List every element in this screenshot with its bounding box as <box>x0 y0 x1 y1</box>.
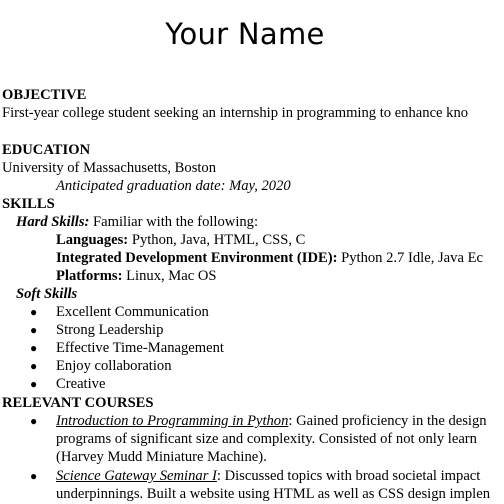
skills-heading: SKILLS <box>2 196 55 212</box>
soft-skill-item: Excellent Communication <box>56 304 209 320</box>
bullet-icon: ● <box>30 341 38 355</box>
hard-skills-line: Hard Skills: Familiar with the following… <box>16 213 258 231</box>
course-name: Introduction to Programming in Python <box>56 413 289 429</box>
course-desc-line: underpinnings. Built a website using HTM… <box>56 486 490 502</box>
course-desc: : Gained proficiency in the design <box>288 413 487 429</box>
course-desc-line: (Harvey Mudd Miniature Machine). <box>56 449 267 465</box>
name-title: Your Name <box>165 17 325 51</box>
education-school: University of Massachusetts, Boston <box>2 160 217 176</box>
bullet-icon: ● <box>30 359 38 373</box>
bullet-icon: ● <box>30 305 38 319</box>
course-item-line: Introduction to Programming in Python: G… <box>56 412 487 430</box>
skill-languages: Languages: Python, Java, HTML, CSS, C <box>56 231 305 249</box>
soft-skill-item: Enjoy collaboration <box>56 358 172 374</box>
soft-skills-label: Soft Skills <box>16 286 78 302</box>
soft-skill-item: Creative <box>56 376 106 392</box>
skill-label: Platforms: <box>56 268 123 284</box>
resume-page: Your Name OBJECTIVE First-year college s… <box>0 0 504 504</box>
skill-platforms: Platforms: Linux, Mac OS <box>56 267 217 285</box>
hard-skills-label: Hard Skills: <box>16 214 90 230</box>
objective-heading: OBJECTIVE <box>2 87 87 103</box>
skill-label: Integrated Development Environment (IDE)… <box>56 250 338 266</box>
skill-value: Python, Java, HTML, CSS, C <box>131 232 306 248</box>
bullet-icon: ● <box>30 414 38 428</box>
course-item-line: Science Gateway Seminar I: Discussed top… <box>56 467 480 485</box>
course-desc: : Discussed topics with broad societal i… <box>216 468 481 484</box>
skill-ide: Integrated Development Environment (IDE)… <box>56 249 483 267</box>
course-name: Science Gateway Seminar I <box>56 468 217 484</box>
skill-label: Languages: <box>56 232 129 248</box>
bullet-icon: ● <box>30 469 38 483</box>
education-heading: EDUCATION <box>2 142 91 158</box>
bullet-icon: ● <box>30 377 38 391</box>
hard-skills-intro: Familiar with the following: <box>93 214 259 230</box>
education-graduation: Anticipated graduation date: May, 2020 <box>56 178 291 194</box>
skill-value: Python 2.7 Idle, Java Ec <box>341 250 483 266</box>
objective-text: First-year college student seeking an in… <box>2 105 469 121</box>
skill-value: Linux, Mac OS <box>126 268 217 284</box>
courses-heading: RELEVANT COURSES <box>2 395 154 411</box>
bullet-icon: ● <box>30 323 38 337</box>
soft-skill-item: Strong Leadership <box>56 322 164 338</box>
course-desc-line: programs of significant size and complex… <box>56 431 477 447</box>
soft-skill-item: Effective Time-Management <box>56 340 224 356</box>
